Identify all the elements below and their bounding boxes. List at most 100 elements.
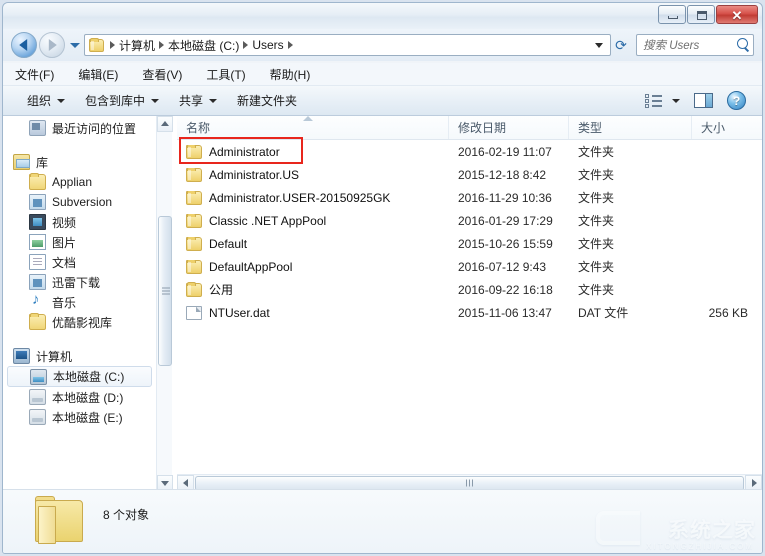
sidebar-item-local-disk-c[interactable]: 本地磁盘 (C:) xyxy=(7,366,152,387)
table-row[interactable]: DefaultAppPool 2016-07-12 9:43 文件夹 xyxy=(177,255,762,278)
search-input[interactable]: 搜索 Users xyxy=(643,37,736,53)
address-folder-icon xyxy=(89,37,104,52)
table-row[interactable]: Administrator 2016-02-19 11:07 文件夹 xyxy=(177,137,762,164)
organize-label: 组织 xyxy=(27,94,52,108)
file-name: Classic .NET AppPool xyxy=(209,213,327,228)
sidebar-item-local-disk-e[interactable]: 本地磁盘 (E:) xyxy=(3,407,156,427)
table-row[interactable]: NTUser.dat 2015-11-06 13:47 DAT 文件 256 K… xyxy=(177,301,762,324)
grip-icon xyxy=(162,287,170,295)
cell-type: 文件夹 xyxy=(578,191,615,205)
search-box[interactable]: 搜索 Users xyxy=(636,34,754,56)
folder-icon xyxy=(29,173,46,190)
help-icon: ? xyxy=(727,91,746,110)
table-row[interactable]: Administrator.USER-20150925GK 2016-11-29… xyxy=(177,186,762,209)
cell-type: 文件夹 xyxy=(578,237,615,251)
column-header-type[interactable]: 类型 xyxy=(569,116,692,139)
breadcrumb-separator-icon xyxy=(159,41,165,49)
back-button[interactable] xyxy=(11,32,37,58)
watermark-text-en: XITONGZHIJIA.COM xyxy=(646,542,754,551)
new-folder-button[interactable]: 新建文件夹 xyxy=(227,88,307,113)
chevron-down-icon xyxy=(209,98,218,103)
navigation-bar: 计算机 本地磁盘 (C:) Users ⟳ 搜索 Users xyxy=(3,29,762,61)
sidebar-item-youku-library[interactable]: 优酷影视库 xyxy=(3,312,156,332)
file-name: Administrator.USER-20150925GK xyxy=(209,190,391,205)
column-header-name[interactable]: 名称 xyxy=(177,116,449,139)
column-header-row: 名称 修改日期 类型 大小 xyxy=(177,116,762,140)
sidebar-item-computer[interactable]: 计算机 xyxy=(3,346,156,366)
sort-ascending-icon xyxy=(303,116,313,121)
sidebar-item-label: 最近访问的位置 xyxy=(52,121,137,136)
history-dropdown-icon[interactable] xyxy=(70,42,80,48)
sidebar-scrollbar-thumb[interactable] xyxy=(158,216,172,366)
address-bar[interactable]: 计算机 本地磁盘 (C:) Users xyxy=(84,34,611,56)
column-header-label: 大小 xyxy=(701,121,726,135)
sidebar-scrollbar[interactable] xyxy=(156,116,173,491)
breadcrumb-separator-icon[interactable] xyxy=(287,41,293,49)
folder-icon xyxy=(29,313,46,330)
new-folder-label: 新建文件夹 xyxy=(237,94,298,108)
sidebar-item-subversion[interactable]: Subversion xyxy=(3,192,156,212)
sidebar-item-documents[interactable]: 文档 xyxy=(3,252,156,272)
command-toolbar: 组织 包含到库中 共享 新建文件夹 ? xyxy=(3,86,762,116)
breadcrumb: 计算机 本地磁盘 (C:) Users xyxy=(89,36,595,55)
include-in-library-button[interactable]: 包含到库中 xyxy=(75,88,169,113)
sidebar-item-recent-places[interactable]: 最近访问的位置 xyxy=(3,118,156,138)
change-view-button[interactable] xyxy=(641,92,684,110)
share-button[interactable]: 共享 xyxy=(169,88,227,113)
navigation-pane: 最近访问的位置 库 Applian Subversion 视频 图片 文档 迅雷… xyxy=(3,116,173,491)
grip-icon xyxy=(465,479,474,487)
view-list-icon xyxy=(645,93,663,108)
table-row[interactable]: Default 2015-10-26 15:59 文件夹 xyxy=(177,232,762,255)
menu-item-file[interactable]: 文件(F) xyxy=(15,64,66,85)
search-icon xyxy=(736,38,750,52)
menu-item-edit[interactable]: 编辑(E) xyxy=(78,64,130,85)
cell-name: Default xyxy=(177,236,449,251)
folder-front-shape xyxy=(38,506,56,544)
file-name: 公用 xyxy=(209,283,234,297)
breadcrumb-item-1[interactable]: 本地磁盘 (C:) xyxy=(165,36,242,55)
scroll-up-button[interactable] xyxy=(157,116,173,132)
breadcrumb-item-2[interactable]: Users xyxy=(249,37,286,53)
sidebar-item-music[interactable]: 音乐 xyxy=(3,291,156,312)
chevron-up-icon xyxy=(161,121,169,126)
minimize-button[interactable] xyxy=(658,5,686,24)
sidebar-item-label: 本地磁盘 (E:) xyxy=(52,410,123,425)
organize-button[interactable]: 组织 xyxy=(17,88,75,113)
column-header-label: 修改日期 xyxy=(458,121,507,135)
forward-button[interactable] xyxy=(39,32,65,58)
navigation-tree: 最近访问的位置 库 Applian Subversion 视频 图片 文档 迅雷… xyxy=(3,116,156,491)
menu-item-view[interactable]: 查看(V) xyxy=(142,64,194,85)
file-name: Administrator xyxy=(209,144,280,159)
cell-date: 2016-07-12 9:43 xyxy=(458,259,547,274)
cell-name: NTUser.dat xyxy=(177,305,449,320)
sidebar-item-thunder-downloads[interactable]: 迅雷下载 xyxy=(3,272,156,292)
sidebar-item-videos[interactable]: 视频 xyxy=(3,212,156,232)
sidebar-item-applian[interactable]: Applian xyxy=(3,172,156,192)
watermark-text-cn: 系统之家 xyxy=(668,518,756,542)
sidebar-item-label: 本地磁盘 (D:) xyxy=(52,390,124,405)
maximize-button[interactable] xyxy=(687,5,715,24)
help-button[interactable]: ? xyxy=(723,89,750,112)
preview-pane-button[interactable] xyxy=(686,91,721,110)
sidebar-item-libraries[interactable]: 库 xyxy=(3,152,156,172)
table-row[interactable]: 公用 2016-09-22 16:18 文件夹 xyxy=(177,278,762,301)
sidebar-item-local-disk-d[interactable]: 本地磁盘 (D:) xyxy=(3,387,156,407)
refresh-button[interactable]: ⟳ xyxy=(611,35,631,55)
column-header-size[interactable]: 大小 xyxy=(692,116,762,139)
chevron-down-icon xyxy=(161,481,169,486)
column-header-date[interactable]: 修改日期 xyxy=(449,116,569,139)
cell-name: Classic .NET AppPool xyxy=(177,213,449,228)
sidebar-item-pictures[interactable]: 图片 xyxy=(3,232,156,252)
address-dropdown-icon[interactable] xyxy=(595,42,603,48)
drive-icon xyxy=(29,389,46,405)
forward-arrow-icon xyxy=(48,39,57,51)
computer-icon xyxy=(13,348,30,364)
menu-item-tools[interactable]: 工具(T) xyxy=(206,64,257,85)
close-button[interactable]: ✕ xyxy=(716,5,758,24)
chevron-right-icon xyxy=(751,479,757,487)
table-row[interactable]: Classic .NET AppPool 2016-01-29 17:29 文件… xyxy=(177,209,762,232)
menu-item-help[interactable]: 帮助(H) xyxy=(270,64,323,85)
table-row[interactable]: Administrator.US 2015-12-18 8:42 文件夹 xyxy=(177,163,762,186)
breadcrumb-item-0[interactable]: 计算机 xyxy=(116,36,158,55)
